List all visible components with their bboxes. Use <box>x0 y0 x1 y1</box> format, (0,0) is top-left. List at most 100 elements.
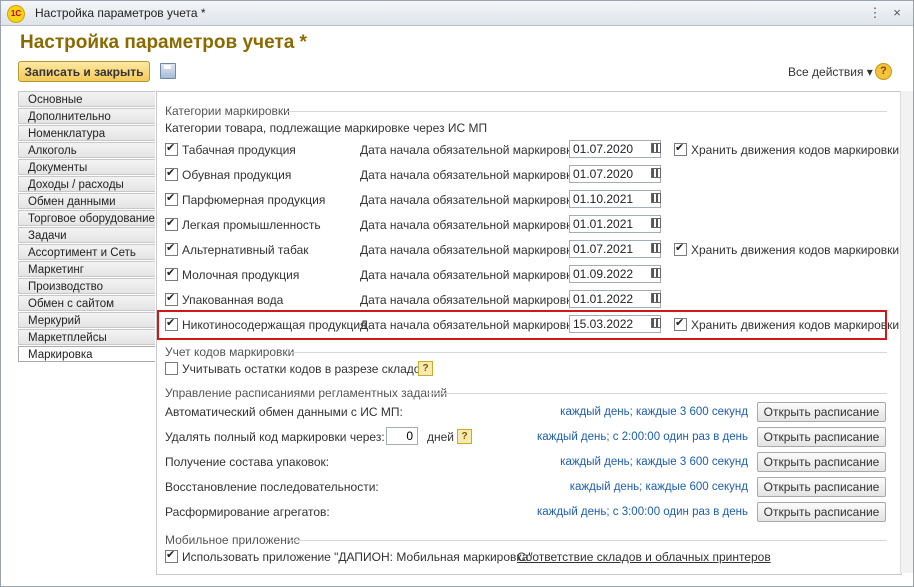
mandatory-date-input[interactable] <box>569 165 661 183</box>
mandatory-date-label: Дата начала обязательной маркировки: <box>360 193 582 207</box>
mandatory-date-label: Дата начала обязательной маркировки: <box>360 143 582 157</box>
category-checkbox[interactable] <box>165 141 178 156</box>
schedule-task-label: Автоматический обмен данными с ИС МП: <box>165 405 403 419</box>
settings-window: 1С Настройка параметров учета * ⋮ × Наст… <box>0 0 914 587</box>
store-movements-label: Хранить движения кодов маркировки <box>691 243 900 257</box>
mandatory-date-label: Дата начала обязательной маркировки: <box>360 168 582 182</box>
mandatory-date-label: Дата начала обязательной маркировки: <box>360 243 582 257</box>
store-movements-checkbox[interactable] <box>674 141 687 156</box>
section-divider <box>289 540 887 541</box>
help-icon[interactable]: ? <box>418 361 433 376</box>
sidebar-item[interactable]: Алкоголь <box>18 142 155 158</box>
category-checkbox[interactable] <box>165 166 178 181</box>
sidebar-nav: Основные Дополнительно Номенклатура Алкогол… <box>18 91 155 363</box>
sidebar-item[interactable]: Торговое оборудование <box>18 210 155 226</box>
sidebar-item[interactable]: Доходы / расходы <box>18 176 155 192</box>
open-schedule-button[interactable]: Открыть расписание <box>757 402 886 422</box>
open-schedule-button[interactable]: Открыть расписание <box>757 452 886 472</box>
schedule-link[interactable]: каждый день; каждые 600 секунд <box>570 481 748 493</box>
sidebar-item[interactable]: Маркетинг <box>18 261 155 277</box>
sidebar-item[interactable]: Задачи <box>18 227 155 243</box>
category-name: Обувная продукция <box>182 168 292 182</box>
category-checkbox[interactable] <box>165 241 178 256</box>
category-name: Альтернативный табак <box>182 243 309 257</box>
sidebar-item[interactable]: Обмен данными <box>18 193 155 209</box>
save-icon[interactable] <box>160 63 176 79</box>
help-icon[interactable]: ? <box>875 63 892 80</box>
mandatory-date-input[interactable] <box>569 215 661 233</box>
use-mobile-app-label: Использовать приложение "ДАПИОН: Мобильн… <box>182 550 533 564</box>
calendar-icon[interactable] <box>649 191 664 206</box>
window-title: Настройка параметров учета * <box>35 6 206 20</box>
calendar-icon[interactable] <box>649 141 664 156</box>
section-divider <box>427 393 887 394</box>
sidebar-item[interactable]: Обмен с сайтом <box>18 295 155 311</box>
schedule-task-label: Восстановление последовательности: <box>165 480 379 494</box>
mandatory-date-input[interactable] <box>569 140 661 158</box>
category-name: Табачная продукция <box>182 143 296 157</box>
days-label: дней <box>427 430 455 444</box>
mandatory-date-input[interactable] <box>569 265 661 283</box>
category-checkbox[interactable] <box>165 291 178 306</box>
schedule-link[interactable]: каждый день; каждые 3 600 секунд <box>560 406 748 418</box>
calendar-icon[interactable] <box>649 291 664 306</box>
calendar-icon[interactable] <box>649 166 664 181</box>
codes-accounting-title: Учет кодов маркировки <box>165 345 295 359</box>
mandatory-date-input[interactable] <box>569 240 661 258</box>
category-checkbox[interactable] <box>165 266 178 281</box>
category-name: Парфюмерная продукция <box>182 193 326 207</box>
close-icon[interactable]: × <box>889 5 905 21</box>
page-title: Настройка параметров учета * <box>20 32 307 53</box>
category-checkbox[interactable] <box>165 191 178 206</box>
sidebar-item[interactable]: Меркурий <box>18 312 155 328</box>
mandatory-date-input[interactable] <box>569 190 661 208</box>
schedule-task-label: Расформирование агрегатов: <box>165 505 330 519</box>
mandatory-date-label: Дата начала обязательной маркировки: <box>360 268 582 282</box>
calendar-icon[interactable] <box>649 266 664 281</box>
sidebar-item[interactable]: Документы <box>18 159 155 175</box>
sidebar-item[interactable]: Дополнительно <box>18 108 155 124</box>
category-name: Упакованная вода <box>182 293 284 307</box>
store-movements-checkbox[interactable] <box>674 241 687 256</box>
app-logo-icon: 1С <box>7 5 25 23</box>
sidebar-item[interactable]: Ассортимент и Сеть <box>18 244 155 260</box>
warehouse-balances-checkbox[interactable] <box>165 362 178 375</box>
category-name: Молочная продукция <box>182 268 300 282</box>
highlight-frame <box>157 310 887 340</box>
days-input[interactable] <box>386 427 418 445</box>
sidebar-item[interactable]: Маркетплейсы <box>18 329 155 345</box>
store-movements-label: Хранить движения кодов маркировки <box>691 143 900 157</box>
section-divider <box>287 111 887 112</box>
all-actions-menu[interactable]: Все действия ▾ <box>788 65 873 79</box>
schedule-task-label: Удалять полный код маркировки через: <box>165 430 385 444</box>
help-icon[interactable]: ? <box>457 429 472 444</box>
schedule-task-label: Получение состава упаковок: <box>165 455 330 469</box>
mobile-app-title: Мобильное приложение <box>165 533 301 547</box>
more-options-icon[interactable]: ⋮ <box>867 5 883 21</box>
save-and-close-button[interactable]: Записать и закрыть <box>18 61 150 82</box>
marking-categories-title: Категории маркировки <box>165 104 290 118</box>
warehouse-printers-link[interactable]: Соответствие складов и облачных принтеро… <box>517 550 771 564</box>
schedules-title: Управление расписаниями регламентных зад… <box>165 386 448 400</box>
schedule-link[interactable]: каждый день; с 2:00:00 один раз в день <box>537 431 748 443</box>
mandatory-date-label: Дата начала обязательной маркировки: <box>360 218 582 232</box>
open-schedule-button[interactable]: Открыть расписание <box>757 502 886 522</box>
calendar-icon[interactable] <box>649 216 664 231</box>
schedule-link[interactable]: каждый день; каждые 3 600 секунд <box>560 456 748 468</box>
sidebar-item[interactable]: Основные <box>18 91 155 107</box>
category-checkbox[interactable] <box>165 216 178 231</box>
mandatory-date-input[interactable] <box>569 290 661 308</box>
categories-subtitle-link[interactable]: Категории товара, подлежащие маркировке … <box>165 121 487 135</box>
use-mobile-app-checkbox[interactable] <box>165 548 178 563</box>
sidebar-item[interactable]: Маркировка <box>18 346 155 362</box>
sidebar-item[interactable]: Производство <box>18 278 155 294</box>
title-bar: 1С Настройка параметров учета * ⋮ × <box>1 1 913 26</box>
section-divider <box>291 352 887 353</box>
schedule-link[interactable]: каждый день; с 3:00:00 один раз в день <box>537 506 748 518</box>
vertical-scrollbar[interactable] <box>900 91 913 573</box>
sidebar-item[interactable]: Номенклатура <box>18 125 155 141</box>
calendar-icon[interactable] <box>649 241 664 256</box>
open-schedule-button[interactable]: Открыть расписание <box>757 427 886 447</box>
open-schedule-button[interactable]: Открыть расписание <box>757 477 886 497</box>
category-name: Легкая промышленность <box>182 218 321 232</box>
